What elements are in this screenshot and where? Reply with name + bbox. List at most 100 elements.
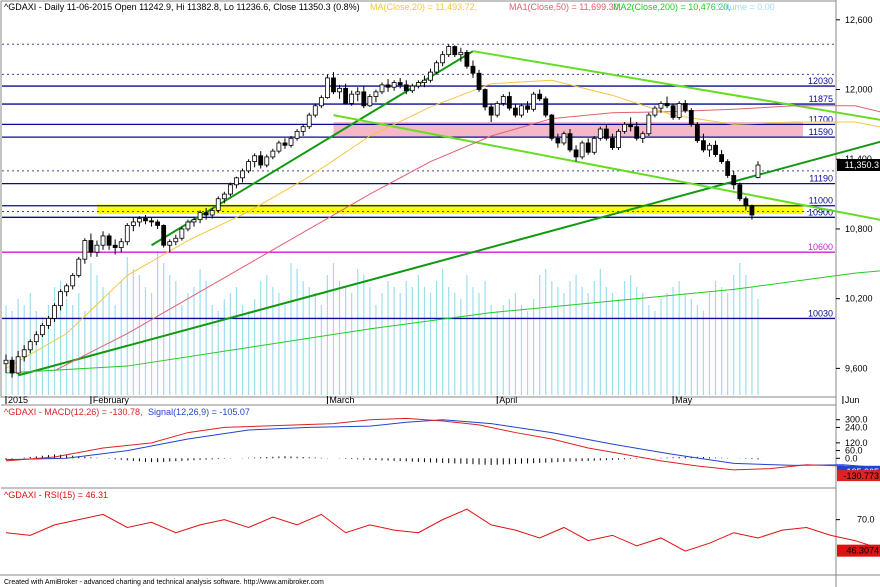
rsi-legend: ^GDAXI - RSI(15) = 46.31 (4, 490, 108, 500)
volume-bar (466, 275, 468, 395)
candle-body (725, 161, 731, 176)
candle-body (227, 184, 233, 195)
candle-body (100, 235, 106, 246)
candle-body (149, 220, 154, 223)
volume-bar (411, 287, 413, 395)
x-tick-label: May (675, 395, 693, 405)
volume-bar (551, 281, 553, 395)
candle-body (221, 193, 227, 200)
candle-body (373, 91, 379, 97)
candle-body (603, 128, 609, 139)
candle-body (355, 91, 361, 95)
candle-body (567, 133, 573, 151)
candle-body (743, 198, 749, 207)
chart-canvas: 1203011875117001159011190110001090010600… (0, 0, 880, 587)
footer-credit: Created with AmiBroker - advanced charti… (4, 579, 324, 586)
candle-body (628, 123, 634, 128)
candle-body (622, 123, 627, 132)
volume-bar (581, 287, 583, 395)
volume-bar (533, 299, 535, 395)
volume-bar (727, 293, 729, 395)
candle-body (246, 161, 251, 172)
macd-y-tick-label: 240.0 (845, 422, 868, 432)
candle-body (312, 105, 318, 116)
volume-bar (351, 293, 353, 395)
volume-bar (617, 299, 620, 395)
volume-bar (78, 293, 80, 395)
candle-body (397, 82, 403, 86)
candle-body (300, 126, 306, 132)
volume-bar (272, 287, 274, 395)
candle-body (209, 209, 215, 216)
volume-bar (387, 281, 389, 395)
candle-body (658, 103, 664, 109)
candle-body (434, 62, 439, 73)
candle-body (197, 212, 203, 221)
volume-bar (472, 287, 474, 395)
candle-body (294, 130, 300, 139)
rsi-line (5, 508, 880, 552)
candle-body (118, 241, 124, 248)
volume-bar (345, 287, 347, 395)
volume-bar (672, 287, 674, 395)
volume-bar (381, 293, 383, 395)
volume-bar (363, 275, 365, 395)
volume-bar (229, 293, 231, 395)
volume-bar (369, 287, 371, 395)
volume-bar (108, 293, 110, 395)
volume-bar (599, 269, 601, 395)
volume-bar (539, 275, 541, 395)
candle-body (597, 128, 603, 139)
candle-body (130, 221, 136, 226)
candle-body (694, 123, 700, 142)
volume-bar (739, 263, 741, 395)
volume-bar (642, 293, 644, 395)
candle-body (670, 105, 676, 118)
candle-body (106, 235, 112, 246)
candle-body (561, 133, 567, 144)
candle-body (494, 103, 500, 116)
legend-ma200: MA2(Close,200) = 10,476.20, (613, 2, 731, 12)
macd-line (5, 417, 880, 472)
candle-body (94, 244, 100, 253)
level-label: 11700 (809, 114, 833, 124)
candle-body (458, 51, 464, 56)
volume-bar (448, 287, 450, 395)
candle-body (610, 137, 615, 149)
volume-bar (66, 299, 68, 395)
level-label: 11190 (809, 174, 833, 184)
candle-body (555, 137, 561, 144)
candle-body (264, 156, 270, 166)
candle-body (579, 142, 585, 158)
candle-body (33, 334, 39, 343)
volume-bar (557, 287, 559, 395)
candle-body (191, 219, 197, 223)
x-tick-label: March (329, 395, 354, 405)
candle-body (215, 198, 221, 211)
volume-bar (654, 311, 656, 395)
volume-bar (745, 275, 747, 395)
candle-body (282, 142, 288, 146)
signal-legend-text: Signal(12,26,9) = -105.07 (148, 407, 250, 417)
candle-body (664, 103, 670, 107)
chart-header-title: ^GDAXI - Daily 11-06-2015 Open 11242.9, … (4, 2, 360, 12)
candle-body (258, 155, 264, 166)
candle-body (203, 212, 209, 216)
candle-body (385, 84, 391, 88)
volume-bar (423, 287, 426, 395)
volume-bar (666, 293, 668, 395)
candle-body (422, 79, 427, 83)
volume-bar (35, 311, 37, 395)
volume-bar (442, 269, 444, 395)
candle-body (167, 241, 173, 246)
volume-bar (308, 287, 310, 395)
volume-bar (393, 287, 395, 395)
candle-body (52, 305, 57, 319)
candle-body (58, 291, 63, 307)
x-tick-label: April (499, 395, 517, 405)
volume-bar (587, 293, 589, 395)
candle-body (331, 77, 336, 93)
volume-bar (150, 293, 153, 395)
volume-bar (314, 293, 316, 395)
candle-body (27, 341, 33, 351)
